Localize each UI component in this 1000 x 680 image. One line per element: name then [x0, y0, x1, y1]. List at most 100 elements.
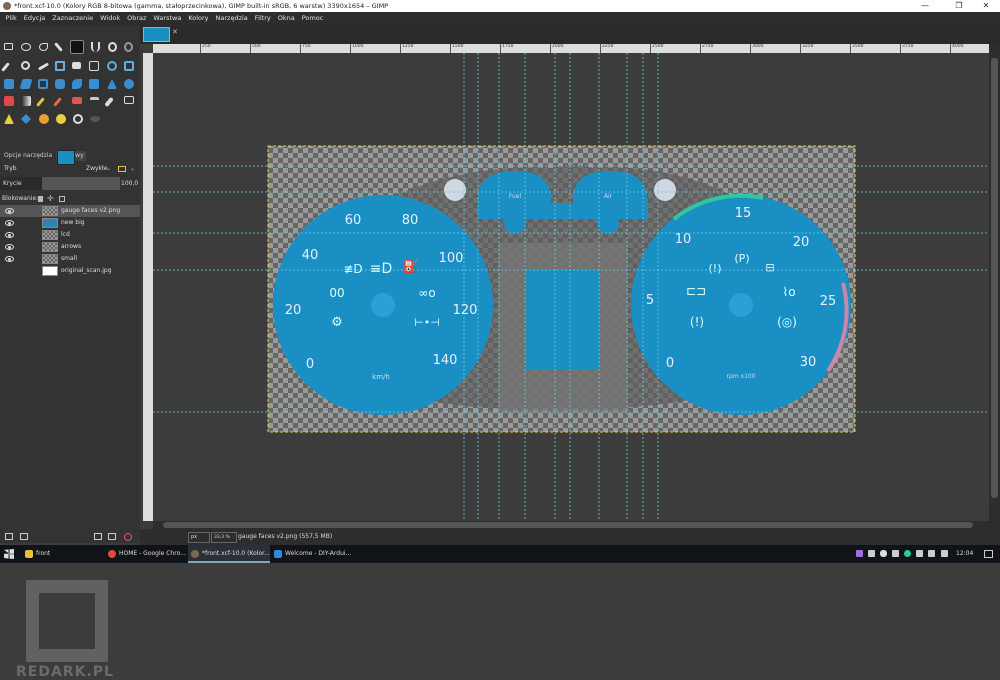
- menu-filters[interactable]: Filtry: [251, 12, 274, 25]
- taskbar-item-vscode[interactable]: Welcome - DIY-Ardui...: [271, 545, 353, 563]
- handle-transform-tool-icon[interactable]: [72, 79, 82, 89]
- chevron-up-icon[interactable]: [868, 550, 875, 557]
- minimize-button[interactable]: —: [911, 0, 939, 12]
- image-canvas[interactable]: ≡D ≢D ⛽ 00 ∞o ⚙ ⊢•⊣ (!) (P) ⊟ ⊏⊐ ⌇o (!) …: [153, 53, 989, 521]
- rotate-tool-icon[interactable]: [107, 61, 117, 71]
- eye-icon[interactable]: [5, 244, 14, 250]
- vertical-scrollbar[interactable]: [989, 44, 1000, 529]
- close-button[interactable]: ✕: [972, 0, 1000, 12]
- blur-sharpen-tool-icon[interactable]: [90, 116, 100, 122]
- menu-colors[interactable]: Kolory: [185, 12, 212, 25]
- dodge-burn-tool-icon[interactable]: [56, 114, 66, 124]
- menu-layer[interactable]: Warstwa: [150, 12, 185, 25]
- foreground-select-tool-icon[interactable]: [108, 42, 117, 52]
- taskbar-item-chrome[interactable]: HOME - Google Chro...: [105, 545, 187, 563]
- tab-tool-options[interactable]: Opcje narzędzia: [2, 151, 54, 161]
- lock-alpha-icon[interactable]: [59, 196, 65, 202]
- perspective-tool-icon[interactable]: [19, 79, 33, 89]
- image-tab-thumbnail[interactable]: [143, 27, 170, 42]
- eraser-tool-icon[interactable]: [72, 97, 82, 104]
- zoom-tool-icon[interactable]: [21, 61, 30, 70]
- horizontal-scrollbar[interactable]: [153, 521, 989, 529]
- chevron-down-icon[interactable]: ⌄: [106, 163, 111, 175]
- perspective-clone-tool-icon[interactable]: [39, 114, 49, 124]
- airbrush-tool-icon[interactable]: [90, 97, 99, 105]
- vertical-scroll-thumb[interactable]: [991, 58, 998, 498]
- unit-select[interactable]: px: [188, 532, 210, 543]
- menu-view[interactable]: Widok: [97, 12, 124, 25]
- paintbrush-tool-icon[interactable]: [53, 97, 62, 107]
- layer-row[interactable]: original_scan.jpg: [0, 265, 140, 277]
- cloud-tray-icon[interactable]: [880, 550, 887, 557]
- volume-tray-icon[interactable]: [928, 550, 935, 557]
- color-picker-tool-icon[interactable]: [1, 62, 10, 72]
- layer-row[interactable]: new big: [0, 217, 140, 229]
- maximize-button[interactable]: ❐: [945, 0, 973, 12]
- keyboard-tray-icon[interactable]: [941, 550, 948, 557]
- new-layer-icon[interactable]: [5, 533, 13, 540]
- menu-help[interactable]: Pomoc: [298, 12, 327, 25]
- taskbar-item-explorer[interactable]: front: [22, 545, 104, 563]
- menu-edit[interactable]: Edycja: [20, 12, 48, 25]
- taskbar-item-gimp[interactable]: *front.xcf-10.0 (Kolor...: [188, 545, 270, 563]
- zoom-select[interactable]: 33,3 %: [211, 532, 237, 543]
- taskbar-clock[interactable]: 12:04: [956, 545, 973, 563]
- foreground-color-swatch[interactable]: [57, 150, 75, 165]
- fill-tool-icon[interactable]: [4, 96, 14, 106]
- eye-icon[interactable]: [5, 220, 14, 226]
- scissors-tool-icon[interactable]: [91, 42, 100, 52]
- move-tool-icon[interactable]: [55, 61, 65, 71]
- cage-transform-tool-icon[interactable]: [107, 79, 117, 89]
- battery-tray-icon[interactable]: [892, 550, 899, 557]
- mypaint-brush-tool-icon[interactable]: [124, 96, 134, 104]
- eye-icon[interactable]: [5, 256, 14, 262]
- app-tray-icon[interactable]: [904, 550, 911, 557]
- pen-tray-icon[interactable]: [856, 550, 863, 557]
- lock-position-icon[interactable]: ✛: [47, 193, 54, 205]
- layer-row[interactable]: arrows: [0, 241, 140, 253]
- gradient-tool-icon[interactable]: [21, 96, 31, 106]
- layer-row[interactable]: lcd: [0, 229, 140, 241]
- unified-transform-tool-icon[interactable]: [55, 79, 65, 89]
- clone-tool-icon[interactable]: [4, 114, 14, 124]
- menu-select[interactable]: Zaznaczenie: [49, 12, 97, 25]
- menu-windows[interactable]: Okna: [274, 12, 298, 25]
- mode-select[interactable]: Zwykłe: [86, 163, 107, 175]
- eye-icon[interactable]: [5, 208, 14, 214]
- mode-toggle-icon[interactable]: [118, 166, 126, 172]
- network-tray-icon[interactable]: [916, 550, 923, 557]
- start-button[interactable]: [4, 549, 14, 559]
- notification-icon[interactable]: [984, 550, 993, 558]
- flip-tool-icon[interactable]: [89, 79, 99, 89]
- warp-transform-tool-icon[interactable]: [124, 79, 134, 89]
- menu-file[interactable]: Plik: [2, 12, 20, 25]
- mask-icon[interactable]: [108, 533, 116, 540]
- anchor-layer-icon[interactable]: [94, 533, 102, 540]
- smudge-tool-icon[interactable]: [73, 114, 83, 124]
- shear-tool-icon[interactable]: [4, 79, 14, 89]
- chevron-down-icon[interactable]: ⌄: [130, 163, 135, 175]
- ink-tool-icon[interactable]: [104, 96, 114, 108]
- horizontal-scroll-thumb[interactable]: [163, 522, 973, 528]
- 3d-transform-tool-icon[interactable]: [38, 79, 48, 89]
- free-select-tool-icon[interactable]: [39, 43, 48, 51]
- delete-layer-icon[interactable]: [124, 533, 132, 541]
- pencil-tool-icon[interactable]: [36, 97, 45, 107]
- menu-image[interactable]: Obraz: [124, 12, 150, 25]
- measure-tool-icon[interactable]: [37, 62, 50, 71]
- scale-tool-icon[interactable]: [124, 61, 134, 71]
- menu-tools[interactable]: Narzędzia: [212, 12, 251, 25]
- align-tool-icon[interactable]: [72, 62, 81, 69]
- lock-pixels-icon[interactable]: [38, 196, 43, 202]
- paths-tool-icon[interactable]: [124, 42, 133, 52]
- opacity-value[interactable]: 100,0: [121, 177, 138, 190]
- new-group-icon[interactable]: [20, 533, 28, 540]
- opacity-slider[interactable]: Krycie: [0, 177, 120, 190]
- fuzzy-select-tool-icon[interactable]: [54, 42, 63, 52]
- close-icon[interactable]: ✕: [172, 28, 178, 36]
- eye-icon[interactable]: [5, 232, 14, 238]
- layer-row[interactable]: small: [0, 253, 140, 265]
- crop-tool-icon[interactable]: [89, 61, 99, 71]
- heal-tool-icon[interactable]: [21, 114, 31, 124]
- layer-row[interactable]: gauge faces v2.png: [0, 205, 140, 217]
